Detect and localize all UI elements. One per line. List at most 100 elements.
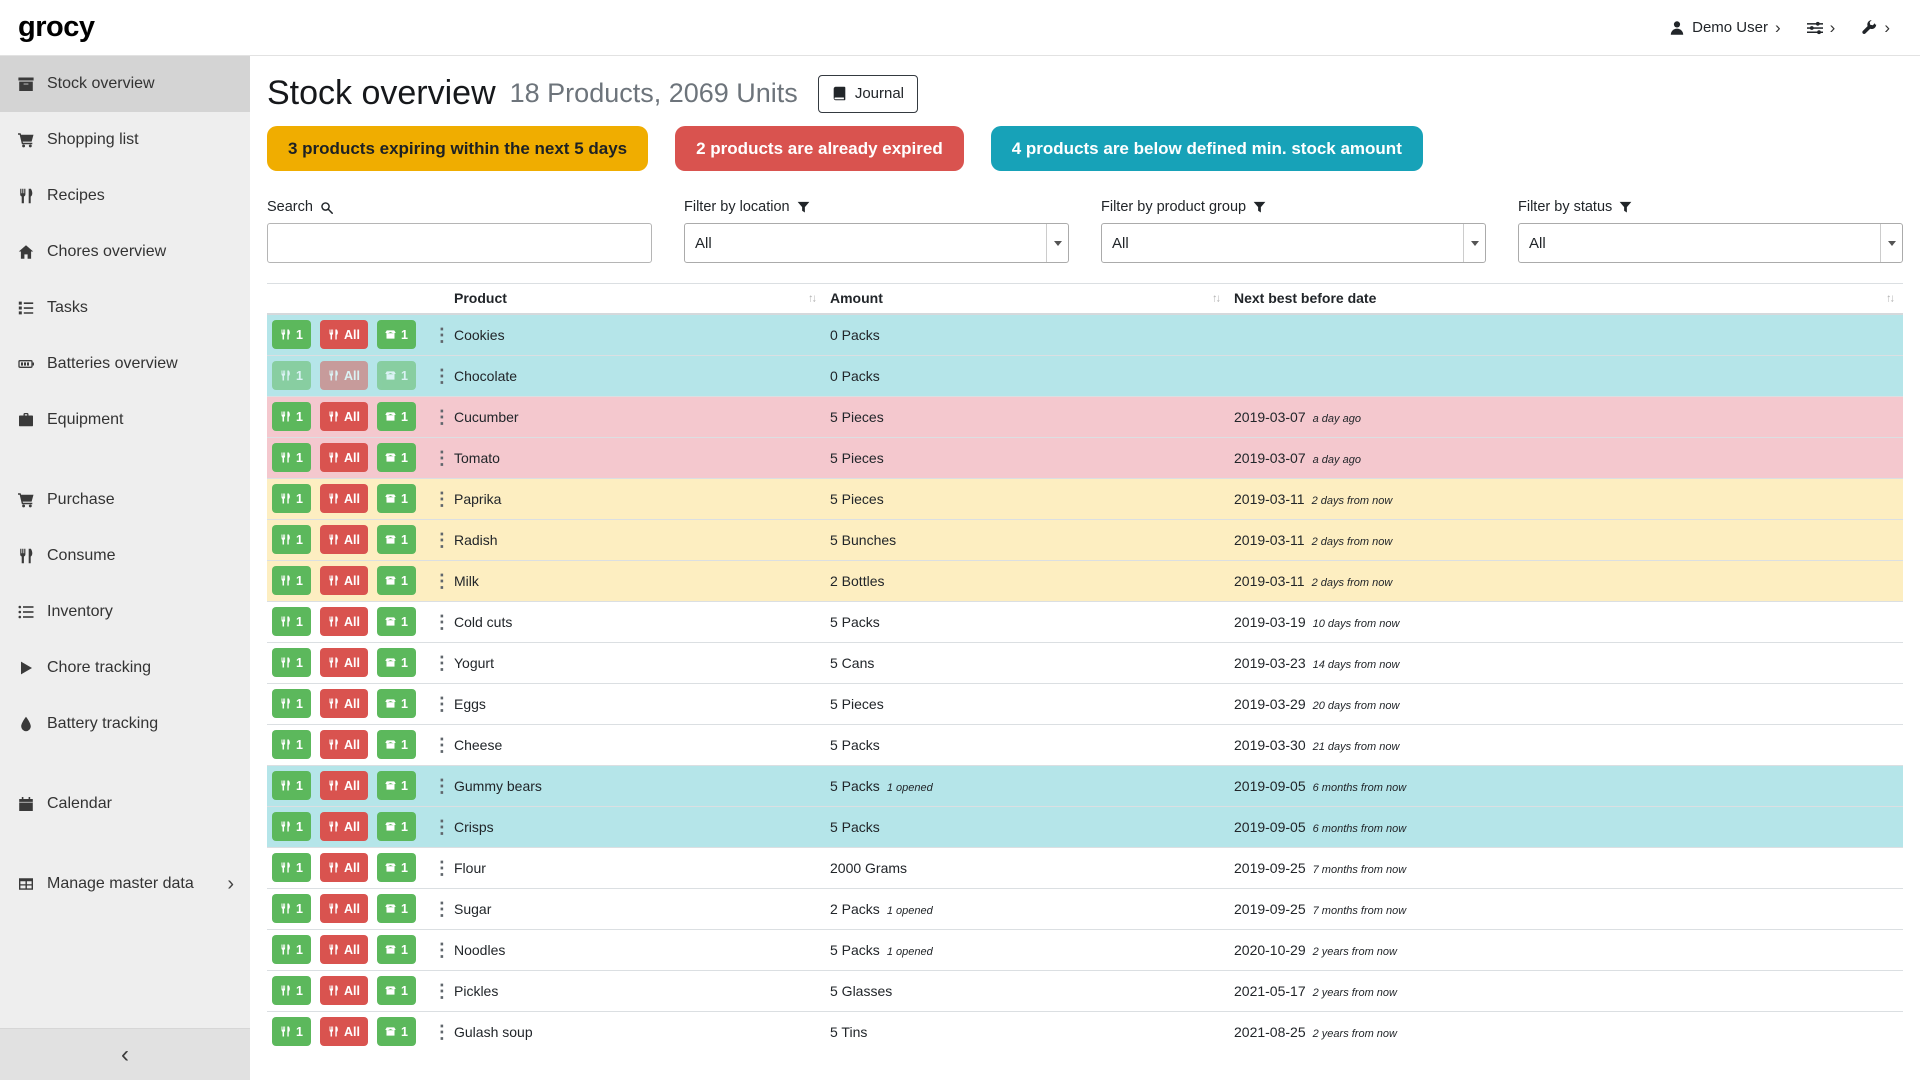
consume-all-button[interactable]: All	[320, 525, 368, 554]
open-one-button[interactable]: 1	[377, 648, 416, 677]
row-menu-button[interactable]: ⋮	[428, 326, 456, 344]
open-one-button[interactable]: 1	[377, 894, 416, 923]
journal-button[interactable]: Journal	[818, 75, 918, 113]
consume-all-button[interactable]: All	[320, 1017, 368, 1046]
row-menu-button[interactable]: ⋮	[428, 531, 456, 549]
consume-one-button[interactable]: 1	[272, 525, 311, 554]
open-one-button[interactable]: 1	[377, 730, 416, 759]
consume-all-button[interactable]: All	[320, 771, 368, 800]
consume-all-button[interactable]: All	[320, 484, 368, 513]
consume-one-button[interactable]: 1	[272, 894, 311, 923]
open-one-button[interactable]: 1	[377, 1017, 416, 1046]
consume-all-button[interactable]: All	[320, 689, 368, 718]
sidebar-item-chore-tracking[interactable]: Chore tracking	[0, 640, 250, 696]
open-one-button[interactable]: 1	[377, 935, 416, 964]
row-menu-button[interactable]: ⋮	[428, 367, 456, 385]
consume-one-button[interactable]: 1	[272, 935, 311, 964]
admin-menu[interactable]: ›	[1861, 19, 1890, 36]
open-one-button[interactable]: 1	[377, 853, 416, 882]
consume-all-button[interactable]: All	[320, 566, 368, 595]
row-menu-button[interactable]: ⋮	[428, 572, 456, 590]
sidebar-item-equipment[interactable]: Equipment	[0, 392, 250, 448]
row-menu-button[interactable]: ⋮	[428, 777, 456, 795]
consume-one-button[interactable]: 1	[272, 730, 311, 759]
open-one-button[interactable]: 1	[377, 320, 416, 349]
consume-all-button[interactable]: All	[320, 361, 368, 390]
status-select[interactable]: All	[1518, 223, 1903, 263]
consume-one-button[interactable]: 1	[272, 443, 311, 472]
consume-one-button[interactable]: 1	[272, 853, 311, 882]
row-menu-button[interactable]: ⋮	[428, 490, 456, 508]
row-menu-button[interactable]: ⋮	[428, 982, 456, 1000]
row-menu-button[interactable]: ⋮	[428, 859, 456, 877]
consume-one-button[interactable]: 1	[272, 361, 311, 390]
expiring-products-pill[interactable]: 3 products expiring within the next 5 da…	[267, 126, 648, 171]
consume-all-button[interactable]: All	[320, 320, 368, 349]
consume-one-button[interactable]: 1	[272, 484, 311, 513]
open-one-button[interactable]: 1	[377, 402, 416, 431]
row-menu-button[interactable]: ⋮	[428, 654, 456, 672]
open-one-button[interactable]: 1	[377, 689, 416, 718]
sidebar-item-manage-master-data[interactable]: Manage master data ›	[0, 856, 250, 912]
consume-one-button[interactable]: 1	[272, 566, 311, 595]
consume-all-button[interactable]: All	[320, 402, 368, 431]
open-one-button[interactable]: 1	[377, 812, 416, 841]
sidebar-item-chores-overview[interactable]: Chores overview	[0, 224, 250, 280]
sidebar-item-battery-tracking[interactable]: Battery tracking	[0, 696, 250, 752]
row-menu-button[interactable]: ⋮	[428, 408, 456, 426]
consume-one-button[interactable]: 1	[272, 689, 311, 718]
column-header-date[interactable]: Next best before date ↑↓	[1229, 284, 1903, 315]
expired-products-pill[interactable]: 2 products are already expired	[675, 126, 964, 171]
consume-all-button[interactable]: All	[320, 894, 368, 923]
open-one-button[interactable]: 1	[377, 607, 416, 636]
open-one-button[interactable]: 1	[377, 361, 416, 390]
product-group-select[interactable]: All	[1101, 223, 1486, 263]
sidebar-item-tasks[interactable]: Tasks	[0, 280, 250, 336]
open-one-button[interactable]: 1	[377, 484, 416, 513]
column-header-product[interactable]: Product ↑↓	[449, 284, 825, 315]
sidebar-item-stock-overview[interactable]: Stock overview	[0, 56, 250, 112]
sidebar-item-inventory[interactable]: Inventory	[0, 584, 250, 640]
consume-all-button[interactable]: All	[320, 607, 368, 636]
settings-menu[interactable]: ›	[1807, 19, 1836, 36]
row-menu-button[interactable]: ⋮	[428, 941, 456, 959]
location-select[interactable]: All	[684, 223, 1069, 263]
user-menu[interactable]: Demo User ›	[1669, 19, 1781, 36]
column-header-amount[interactable]: Amount ↑↓	[825, 284, 1229, 315]
consume-one-button[interactable]: 1	[272, 607, 311, 636]
open-one-button[interactable]: 1	[377, 566, 416, 595]
row-menu-button[interactable]: ⋮	[428, 900, 456, 918]
consume-all-button[interactable]: All	[320, 935, 368, 964]
consume-one-button[interactable]: 1	[272, 976, 311, 1005]
sidebar-collapse-button[interactable]: ‹	[0, 1028, 250, 1080]
consume-one-button[interactable]: 1	[272, 402, 311, 431]
sidebar-item-shopping-list[interactable]: Shopping list	[0, 112, 250, 168]
sidebar-item-purchase[interactable]: Purchase	[0, 472, 250, 528]
consume-one-button[interactable]: 1	[272, 320, 311, 349]
consume-one-button[interactable]: 1	[272, 771, 311, 800]
sidebar-item-recipes[interactable]: Recipes	[0, 168, 250, 224]
row-menu-button[interactable]: ⋮	[428, 1023, 456, 1041]
open-one-button[interactable]: 1	[377, 771, 416, 800]
row-menu-button[interactable]: ⋮	[428, 695, 456, 713]
open-one-button[interactable]: 1	[377, 976, 416, 1005]
sidebar-item-batteries-overview[interactable]: Batteries overview	[0, 336, 250, 392]
sidebar-item-calendar[interactable]: Calendar	[0, 776, 250, 832]
below-min-stock-pill[interactable]: 4 products are below defined min. stock …	[991, 126, 1423, 171]
row-menu-button[interactable]: ⋮	[428, 613, 456, 631]
consume-all-button[interactable]: All	[320, 812, 368, 841]
consume-all-button[interactable]: All	[320, 976, 368, 1005]
app-logo[interactable]: grocy	[18, 11, 94, 44]
row-menu-button[interactable]: ⋮	[428, 736, 456, 754]
consume-all-button[interactable]: All	[320, 443, 368, 472]
sidebar-item-consume[interactable]: Consume	[0, 528, 250, 584]
row-menu-button[interactable]: ⋮	[428, 449, 456, 467]
consume-all-button[interactable]: All	[320, 730, 368, 759]
open-one-button[interactable]: 1	[377, 525, 416, 554]
open-one-button[interactable]: 1	[377, 443, 416, 472]
consume-all-button[interactable]: All	[320, 648, 368, 677]
search-input[interactable]	[267, 223, 652, 263]
consume-one-button[interactable]: 1	[272, 812, 311, 841]
row-menu-button[interactable]: ⋮	[428, 818, 456, 836]
consume-all-button[interactable]: All	[320, 853, 368, 882]
